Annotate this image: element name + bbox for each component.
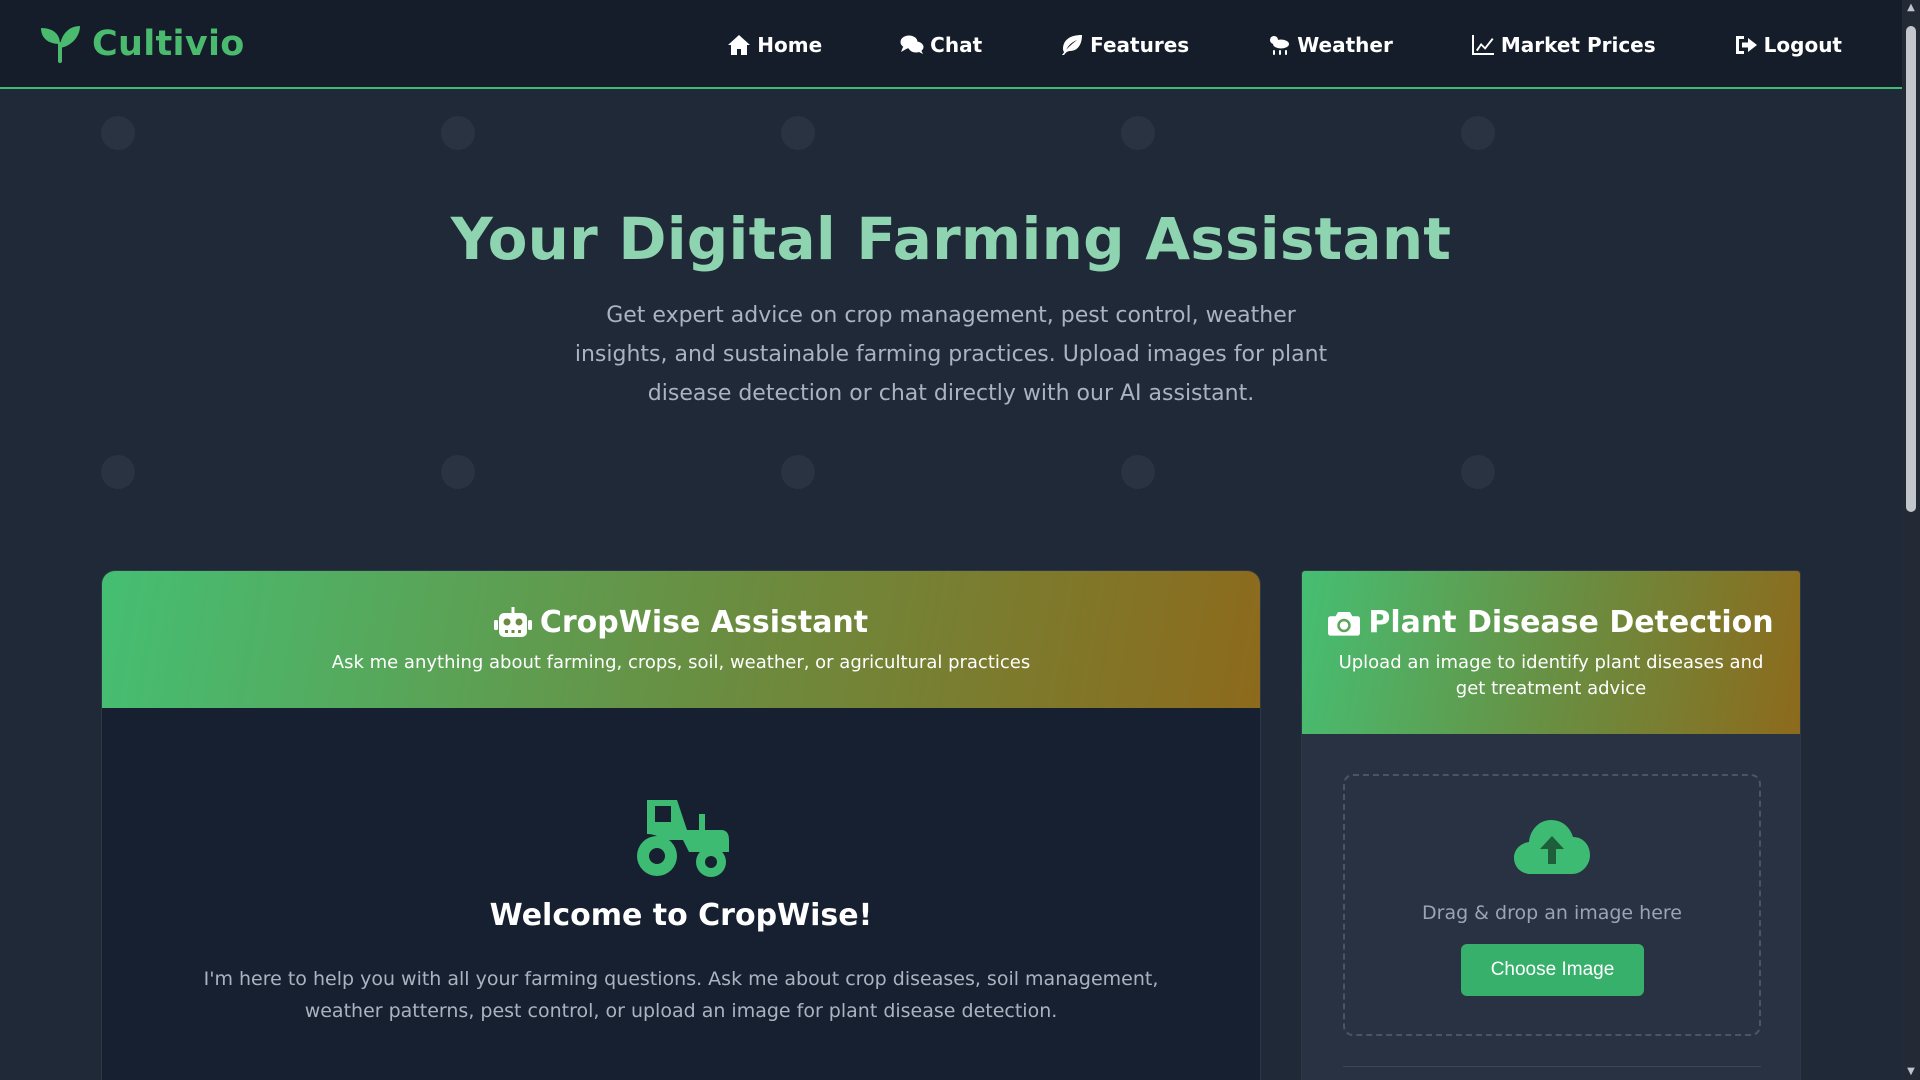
assistant-card-header: CropWise Assistant Ask me anything about…	[102, 571, 1260, 708]
choose-image-button[interactable]: Choose Image	[1461, 944, 1644, 996]
welcome-title: Welcome to CropWise!	[489, 898, 873, 933]
background-dot	[1121, 455, 1155, 489]
camera-icon	[1328, 611, 1361, 636]
hero-title: Your Digital Farming Assistant	[450, 205, 1452, 273]
hero-subtitle: Get expert advice on crop management, pe…	[574, 303, 1328, 406]
divider	[1343, 1066, 1761, 1067]
image-dropzone[interactable]: Drag & drop an image here Choose Image	[1343, 774, 1761, 1036]
nav-market-prices[interactable]: Market Prices	[1471, 33, 1656, 57]
top-navbar: Cultivio Home Chat Features Weather Mark…	[0, 0, 1902, 89]
home-icon	[728, 34, 751, 55]
page-scrollbar[interactable]: ▲ ▼	[1902, 0, 1920, 1080]
nav-market-prices-label: Market Prices	[1500, 32, 1656, 57]
background-dot	[1461, 455, 1495, 489]
cloud-sun-rain-icon	[1270, 35, 1290, 55]
brand-name: Cultivio	[92, 24, 245, 64]
nav-chat-label: Chat	[930, 32, 983, 57]
detection-title: Plant Disease Detection	[1368, 605, 1774, 640]
nav-links: Home Chat Features Weather Market Prices…	[649, 0, 1842, 89]
background-dot	[441, 455, 475, 489]
cropwise-assistant-card: CropWise Assistant Ask me anything about…	[101, 570, 1261, 1080]
background-dot	[1121, 116, 1155, 150]
nav-logout-label: Logout	[1763, 32, 1842, 57]
plant-disease-detection-card: Plant Disease Detection Upload an image …	[1301, 570, 1801, 1080]
robot-icon	[493, 606, 532, 637]
hero-section: Your Digital Farming Assistant Get exper…	[0, 91, 1902, 551]
assistant-title: CropWise Assistant	[539, 605, 869, 640]
background-dot	[1461, 116, 1495, 150]
background-dot	[101, 116, 135, 150]
detection-card-header: Plant Disease Detection Upload an image …	[1302, 571, 1800, 734]
seedling-icon	[41, 26, 80, 63]
nav-features[interactable]: Features	[1060, 33, 1189, 57]
chart-line-icon	[1471, 34, 1494, 55]
background-dot	[781, 455, 815, 489]
sign-out-icon	[1735, 35, 1757, 54]
welcome-text: I'm here to help you with all your farmi…	[203, 968, 1159, 1022]
nav-weather-label: Weather	[1297, 32, 1393, 57]
tractor-icon	[637, 800, 729, 877]
nav-home-label: Home	[757, 32, 823, 57]
detection-title-row: Plant Disease Detection	[1302, 605, 1800, 640]
nav-weather[interactable]: Weather	[1267, 33, 1393, 57]
dropzone-text: Drag & drop an image here	[1422, 902, 1682, 924]
brand-logo[interactable]: Cultivio	[38, 24, 245, 64]
assistant-description: Ask me anything about farming, crops, so…	[331, 652, 1031, 673]
scrollbar-thumb[interactable]	[1906, 26, 1916, 512]
comments-icon	[900, 35, 924, 54]
background-dot	[441, 116, 475, 150]
background-dot	[781, 116, 815, 150]
nav-logout[interactable]: Logout	[1734, 33, 1842, 57]
nav-home[interactable]: Home	[727, 33, 822, 57]
detection-description: Upload an image to identify plant diseas…	[1338, 652, 1764, 699]
cloud-upload-icon	[1514, 820, 1590, 874]
nav-chat[interactable]: Chat	[900, 33, 982, 57]
leaf-icon	[1062, 34, 1083, 55]
nav-features-label: Features	[1090, 32, 1190, 57]
background-dot	[101, 455, 135, 489]
scroll-down-arrow-icon[interactable]: ▼	[1905, 1066, 1917, 1078]
assistant-title-row: CropWise Assistant	[102, 605, 1260, 640]
scroll-up-arrow-icon[interactable]: ▲	[1905, 2, 1917, 14]
